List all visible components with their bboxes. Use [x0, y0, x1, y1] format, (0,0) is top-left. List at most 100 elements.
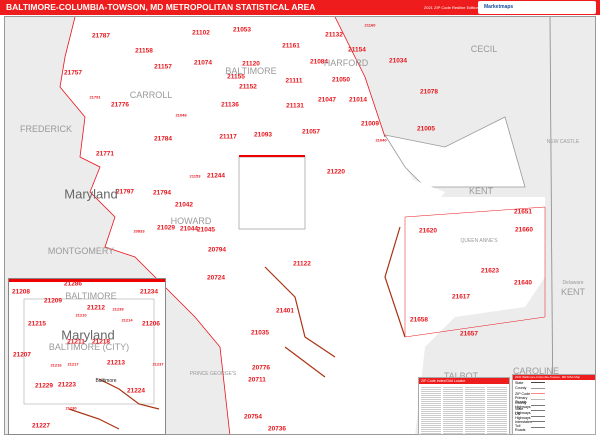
zip-label: 21005	[416, 125, 436, 133]
zip-label: 21797	[115, 188, 135, 196]
region-label: MONTGOMERY	[47, 246, 115, 256]
inset-zip-label: 21214	[121, 317, 133, 323]
zip-label: 21045	[196, 226, 216, 234]
inset-zip-label: 21212	[86, 304, 106, 312]
edition-label: 2021 ZIP Code Redline Edition	[424, 5, 479, 10]
region-label: KENT	[560, 287, 586, 297]
zip-label: 21640	[513, 279, 533, 287]
zip-label: 21044	[179, 225, 199, 233]
region-label: PRINCE GEORGE'S	[189, 371, 237, 377]
zip-label: 21220	[326, 168, 346, 176]
region-label: Delaware	[562, 280, 584, 286]
zip-label: 21771	[95, 150, 115, 158]
inset-zip-label: 21213	[106, 359, 126, 367]
zip-label: 21658	[409, 316, 429, 324]
zip-label: 20776	[251, 364, 271, 372]
zip-label: 21617	[451, 293, 471, 301]
zip-label: 21053	[232, 26, 252, 34]
zip-label: 21047	[317, 96, 337, 104]
zip-label: 21117	[219, 133, 237, 141]
region-label: BALTIMORE	[225, 66, 277, 76]
zip-label: 20754	[243, 413, 263, 421]
zip-label: 21651	[513, 208, 533, 216]
region-label: CECIL	[470, 44, 498, 54]
zip-label: 21623	[480, 267, 500, 275]
zip-label: 21776	[110, 101, 130, 109]
zip-label: 21078	[419, 88, 439, 96]
legend-item: Toll Roads	[513, 424, 595, 432]
zip-label: 21057	[301, 128, 321, 136]
region-label: CARROLL	[129, 90, 173, 100]
inset-zip-label: 21227	[31, 422, 51, 430]
region-label: QUEEN ANNE'S	[460, 238, 498, 244]
inset-zip-label: 21215	[27, 320, 47, 328]
map-title: BALTIMORE-COLUMBIA-TOWSON, MD METROPOLIT…	[6, 2, 316, 12]
zip-label: 20794	[207, 246, 227, 254]
header-bar: BALTIMORE-COLUMBIA-TOWSON, MD METROPOLIT…	[0, 0, 600, 15]
inset-zip-label: 21217	[67, 361, 79, 367]
region-label: FREDERICK	[19, 124, 73, 134]
zip-label: 21050	[331, 76, 351, 84]
zip-label: 21093	[253, 131, 273, 139]
inset-region-label: Baltimore	[95, 378, 117, 384]
zip-label: 21153	[189, 173, 201, 179]
region-label: HOWARD	[170, 216, 212, 226]
inset-zip-label: 21224	[126, 387, 146, 395]
zip-label: 21157	[154, 63, 172, 71]
zip-label: 21042	[174, 201, 194, 209]
zip-label: 21784	[153, 135, 173, 143]
inset-zip-label: 21207	[12, 351, 32, 359]
zip-label: 21787	[91, 32, 111, 40]
brand-logo: Marketmaps	[478, 1, 596, 14]
zip-label: 20724	[206, 274, 226, 282]
inset-zip-label: 21210	[75, 312, 87, 318]
map-legend: 2021 Baltimore-Columbia-Towson, MD MSA M…	[512, 374, 596, 435]
zip-label: 21102	[192, 29, 210, 37]
zip-label: 21244	[206, 172, 226, 180]
inset-zip-label: 21234	[139, 288, 159, 296]
zip-label: 21014	[348, 96, 368, 104]
region-label: Maryland	[64, 186, 118, 202]
zip-index-grid-locator: ZIP Code Index/Grid Locator	[418, 377, 510, 435]
inset-zip-label: 21286	[63, 280, 83, 288]
zip-label: 21035	[250, 329, 270, 337]
inset-zip-label: 21209	[43, 297, 63, 305]
region-label: HARFORD	[323, 58, 369, 68]
inset-zip-label: 21237	[152, 361, 164, 367]
zip-label: 21657	[459, 330, 479, 338]
zip-label: 21131	[286, 102, 304, 110]
zip-label: 21136	[221, 101, 239, 109]
inset-zip-label: 21230	[65, 405, 77, 411]
zip-label: 21040	[375, 137, 387, 143]
zip-label: 21009	[360, 120, 380, 128]
region-label: KENT	[468, 186, 494, 196]
zip-label: 21757	[63, 69, 83, 77]
zip-label: 21154	[348, 46, 366, 54]
zip-label: 21152	[239, 83, 257, 91]
zip-label: 21401	[275, 307, 295, 315]
zip-label: 21660	[514, 226, 534, 234]
zip-label: 21791	[89, 94, 101, 100]
zip-label: 20711	[248, 376, 266, 384]
zip-label: 21161	[282, 42, 300, 50]
inset-zip-label: 21229	[34, 382, 54, 390]
region-label: NEW CASTLE	[546, 139, 580, 145]
zip-label: 21160	[364, 22, 376, 28]
baltimore-inset-map[interactable]: 21286 21208 21234 21209 21212 21239 21210 21215…	[8, 278, 166, 435]
zip-label: 20736	[267, 425, 287, 433]
inset-region-label: Maryland	[61, 327, 115, 343]
inset-zip-label: 21216	[50, 362, 62, 368]
zip-label: 21620	[418, 227, 438, 235]
inset-zip-label: 21206	[141, 320, 161, 328]
zip-label: 21074	[193, 59, 213, 67]
zip-label: 21158	[135, 47, 153, 55]
inset-region-label: BALTIMORE	[65, 291, 117, 301]
zip-label: 21122	[293, 260, 311, 268]
inset-zip-label: 21223	[57, 381, 77, 389]
inset-region-label: BALTIMORE (CITY)	[48, 342, 130, 352]
zip-label: 21048	[175, 112, 187, 118]
inset-zip-label: 21239	[112, 306, 124, 312]
zip-label: 21794	[152, 189, 172, 197]
zip-label: 21111	[285, 77, 303, 85]
inset-zip-label: 21208	[11, 288, 31, 296]
